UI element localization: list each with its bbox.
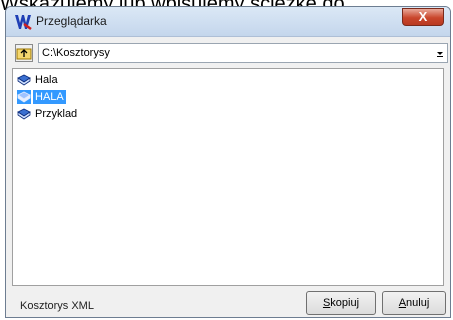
close-button[interactable]: X	[402, 8, 444, 26]
browser-dialog: Przeglądarka X C:\Kosztorysy Hala HALA P…	[5, 6, 451, 318]
list-item-label: Przyklad	[35, 108, 78, 120]
dropdown-arrow[interactable]	[433, 44, 447, 62]
chevron-down-icon	[437, 52, 443, 57]
list-item-przyklad[interactable]: Przyklad	[16, 106, 216, 122]
copy-label: kopiuj	[330, 297, 360, 309]
list-item-label: Hala	[35, 74, 58, 86]
format-label: Kosztorys XML	[20, 300, 94, 312]
copy-button[interactable]: Skopiuj	[306, 291, 376, 315]
cancel-button[interactable]: Anuluj	[382, 291, 446, 315]
app-logo-icon	[15, 15, 32, 31]
cancel-label: nuluj	[406, 297, 430, 309]
list-item-hala-upper[interactable]: HALA	[16, 89, 216, 105]
up-folder-button[interactable]	[15, 44, 33, 62]
up-folder-icon	[16, 48, 32, 60]
cancel-accelerator: A	[398, 297, 407, 309]
book-icon	[17, 108, 31, 120]
title-bar[interactable]: Przeglądarka X	[6, 7, 450, 37]
close-icon: X	[418, 9, 428, 24]
list-item-hala[interactable]: Hala	[16, 72, 216, 88]
path-bar: C:\Kosztorysy	[12, 43, 448, 63]
book-icon	[17, 90, 31, 104]
path-combo[interactable]: C:\Kosztorysy	[38, 43, 448, 63]
window-title: Przeglądarka	[36, 14, 107, 28]
file-list[interactable]: Hala HALA Przyklad	[12, 68, 444, 286]
path-value: C:\Kosztorysy	[42, 47, 110, 59]
list-item-label: HALA	[33, 90, 66, 104]
book-icon	[17, 74, 31, 86]
